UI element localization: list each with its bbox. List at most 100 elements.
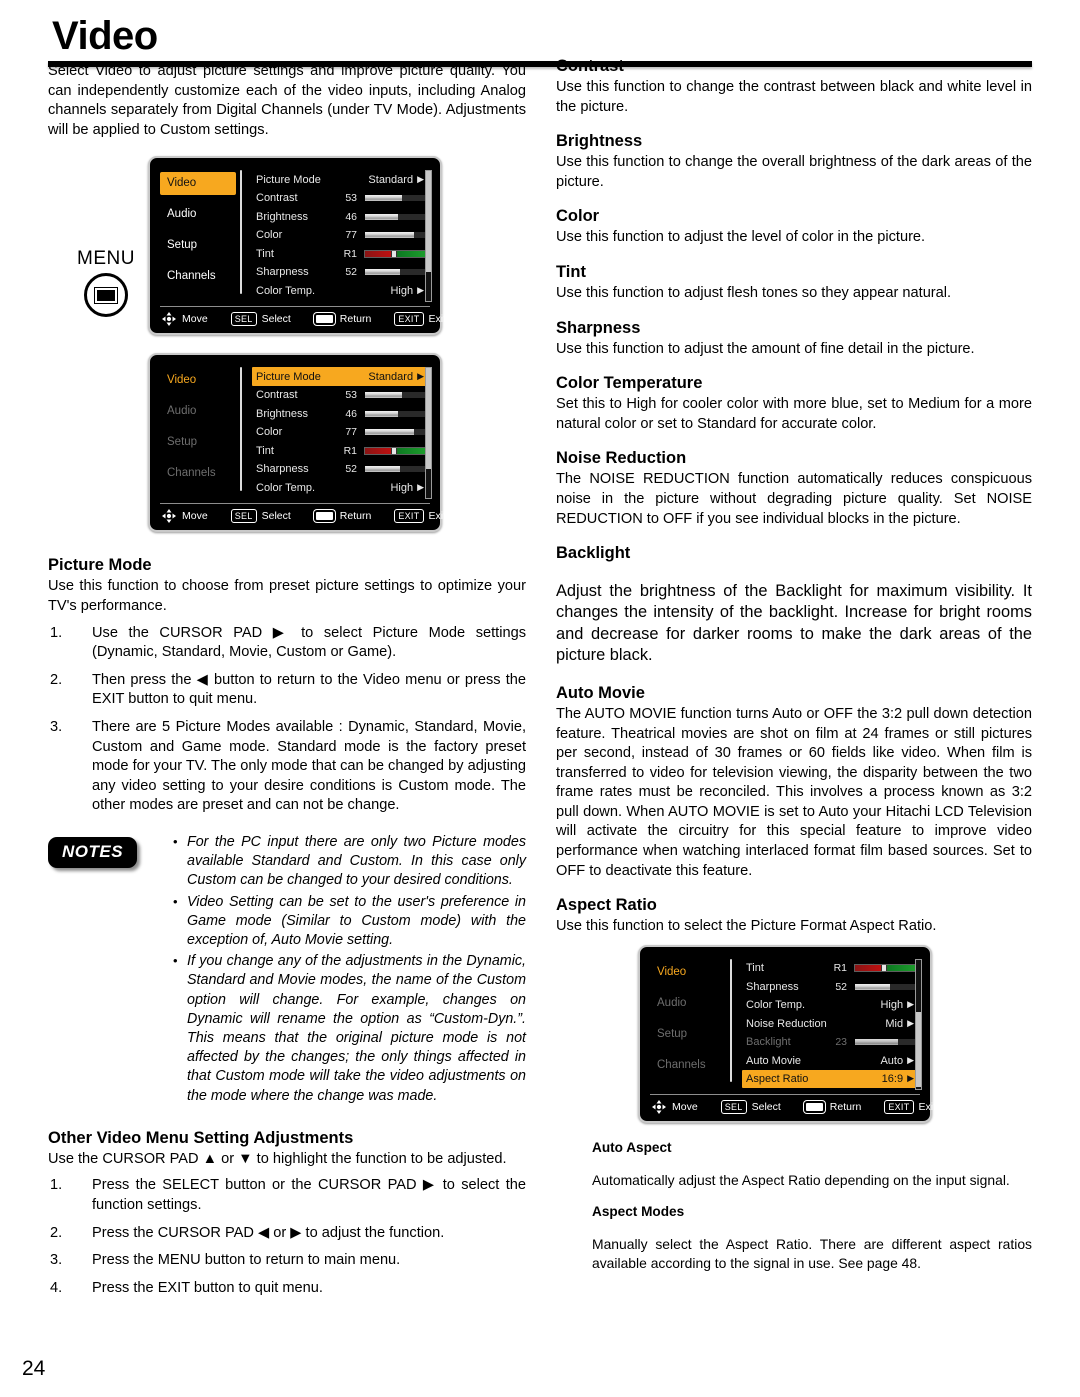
section-tint: Tint Use this function to adjust flesh t… (556, 262, 1032, 304)
osd-1-footer: Move SEL Select Return EXIT Exit (160, 305, 446, 333)
scrollbar[interactable] (915, 958, 922, 1091)
section-body: Use this function to select the Picture … (556, 918, 937, 935)
table-row-selected[interactable]: Picture Mode Standard ▶ (252, 367, 430, 386)
slider-sharpness[interactable] (364, 268, 426, 277)
slider-sharpness[interactable] (854, 982, 916, 991)
row-value: 52 (835, 980, 847, 993)
table-row[interactable]: Noise Reduction Mid ▶ (742, 1014, 920, 1033)
osd-menu-1[interactable]: Video Audio Setup Channels Picture Mode … (148, 156, 446, 335)
osd-1-rows[interactable]: Picture Mode Standard ▶ Contrast 53 Brigh… (252, 168, 432, 302)
footer-move[interactable]: Move (162, 311, 208, 326)
sidebar-item-channels[interactable]: Channels (160, 462, 236, 485)
row-label: Aspect Ratio (746, 1073, 809, 1086)
osd-block-1: MENU Video Audio Setup Channels Picture … (48, 152, 526, 347)
osd-menu-2[interactable]: Video Audio Setup Channels Picture Mode … (148, 353, 446, 532)
sidebar-item-setup[interactable]: Setup (160, 234, 236, 257)
table-row[interactable]: Color 77 (252, 423, 430, 442)
table-row[interactable]: Tint R1 (742, 959, 920, 978)
row-label: Sharpness (256, 463, 309, 476)
table-row[interactable]: Tint R1 (252, 244, 430, 263)
scrollbar[interactable] (425, 170, 432, 302)
footer-exit-label: Exit (918, 1101, 937, 1114)
scrollbar[interactable] (425, 367, 432, 499)
sidebar-item-video[interactable]: Video (650, 961, 726, 984)
table-row[interactable]: Contrast 53 (252, 189, 430, 208)
table-row[interactable]: Color Temp. High ▶ (742, 996, 920, 1015)
page-number: 24 (22, 1357, 46, 1380)
osd-2-sidebar[interactable]: Video Audio Setup Channels (160, 365, 236, 497)
table-row[interactable]: Auto Movie Auto ▶ (742, 1051, 920, 1070)
slider-contrast[interactable] (364, 194, 426, 203)
footer-return[interactable]: Return (313, 312, 371, 325)
sidebar-item-video[interactable]: Video (160, 369, 236, 392)
table-row[interactable]: Sharpness 52 (252, 263, 430, 282)
footer-exit[interactable]: EXIT Exit (394, 311, 446, 326)
section-color-temperature: Color Temperature Set this to High for c… (556, 373, 1032, 434)
osd-2-rows[interactable]: Picture Mode Standard ▶ Contrast 53 Brigh… (252, 365, 432, 499)
osd-3-rows[interactable]: Tint R1 Sharpness 52 Color Temp. High▶ (742, 957, 922, 1091)
table-row[interactable]: Contrast 53 (252, 386, 430, 405)
section-heading: Color (556, 207, 600, 226)
table-row[interactable]: Brightness 46 (252, 404, 430, 423)
sidebar-item-audio[interactable]: Audio (650, 992, 726, 1015)
sidebar-item-audio[interactable]: Audio (160, 400, 236, 423)
step-number: 4. (50, 1279, 63, 1296)
row-label: Contrast (256, 389, 298, 402)
section-heading: Other Video Menu Setting Adjustments (48, 1128, 354, 1147)
step-text: Press the MENU button to return to main … (92, 1252, 401, 1269)
sidebar-item-setup[interactable]: Setup (160, 431, 236, 454)
sidebar-item-audio[interactable]: Audio (160, 203, 236, 226)
table-row[interactable]: Color Temp. High ▶ (252, 478, 430, 497)
footer-select[interactable]: SEL Select (230, 311, 291, 326)
footer-select[interactable]: SEL Select (230, 508, 291, 523)
footer-return[interactable]: Return (803, 1101, 861, 1114)
table-row[interactable]: Color Temp. High ▶ (252, 281, 430, 300)
slider-tint[interactable] (364, 249, 426, 258)
slider-color[interactable] (364, 231, 426, 240)
slider-brightness[interactable] (364, 409, 426, 418)
table-row[interactable]: Picture Mode Standard ▶ (252, 170, 430, 189)
sidebar-item-setup[interactable]: Setup (650, 1023, 726, 1046)
chevron-right-icon: ▶ (907, 1054, 914, 1065)
row-value: High ▶ (880, 999, 914, 1012)
chevron-right-icon: ▶ (907, 1017, 914, 1028)
osd-3-sidebar[interactable]: Video Audio Setup Channels (650, 957, 726, 1089)
row-value: R1 (833, 962, 847, 975)
osd-menu-3[interactable]: Video Audio Setup Channels Tint R1 Sharp… (638, 944, 936, 1124)
slider-brightness[interactable] (364, 212, 426, 221)
sidebar-item-video[interactable]: Video (160, 172, 236, 196)
step-number: 1. (50, 624, 63, 641)
footer-return[interactable]: Return (313, 509, 371, 522)
sel-key-icon: SEL (720, 1100, 747, 1115)
slider-backlight (854, 1038, 916, 1047)
table-row[interactable]: Color 77 (252, 226, 430, 245)
row-label: Color (256, 229, 283, 242)
footer-move[interactable]: Move (162, 508, 208, 523)
step-text: There are 5 Picture Modes available : Dy… (92, 718, 526, 814)
chevron-right-icon: ▶ (907, 999, 914, 1010)
slider-sharpness[interactable] (364, 465, 426, 474)
slider-color[interactable] (364, 428, 426, 437)
step-text: Use the CURSOR PAD ▶ to select Picture M… (92, 624, 526, 661)
sidebar-item-channels[interactable]: Channels (650, 1054, 726, 1077)
table-row[interactable]: Brightness 46 (252, 207, 430, 226)
row-label: Contrast (256, 192, 298, 205)
footer-exit[interactable]: EXIT Exit (394, 508, 446, 523)
footer-move[interactable]: Move (652, 1100, 698, 1115)
sidebar-item-channels[interactable]: Channels (160, 265, 236, 288)
slider-contrast[interactable] (364, 391, 426, 400)
footer-select[interactable]: SEL Select (720, 1100, 781, 1115)
osd-1-sidebar[interactable]: Video Audio Setup Channels (160, 168, 236, 300)
table-row[interactable]: Tint R1 (252, 441, 430, 460)
slider-tint[interactable] (854, 964, 916, 973)
section-heading: Brightness (556, 132, 643, 151)
slider-tint[interactable] (364, 446, 426, 455)
chevron-right-icon: ▶ (907, 1073, 914, 1084)
cursor-pad-icon (162, 508, 176, 523)
table-row[interactable]: Sharpness 52 (742, 977, 920, 996)
footer-exit[interactable]: EXIT Exit (884, 1100, 937, 1115)
row-value: R1 (343, 444, 357, 457)
section-body: The NOISE REDUCTION function automatical… (556, 471, 1032, 527)
table-row[interactable]: Sharpness 52 (252, 460, 430, 479)
table-row-selected[interactable]: Aspect Ratio 16:9 ▶ (742, 1069, 920, 1089)
